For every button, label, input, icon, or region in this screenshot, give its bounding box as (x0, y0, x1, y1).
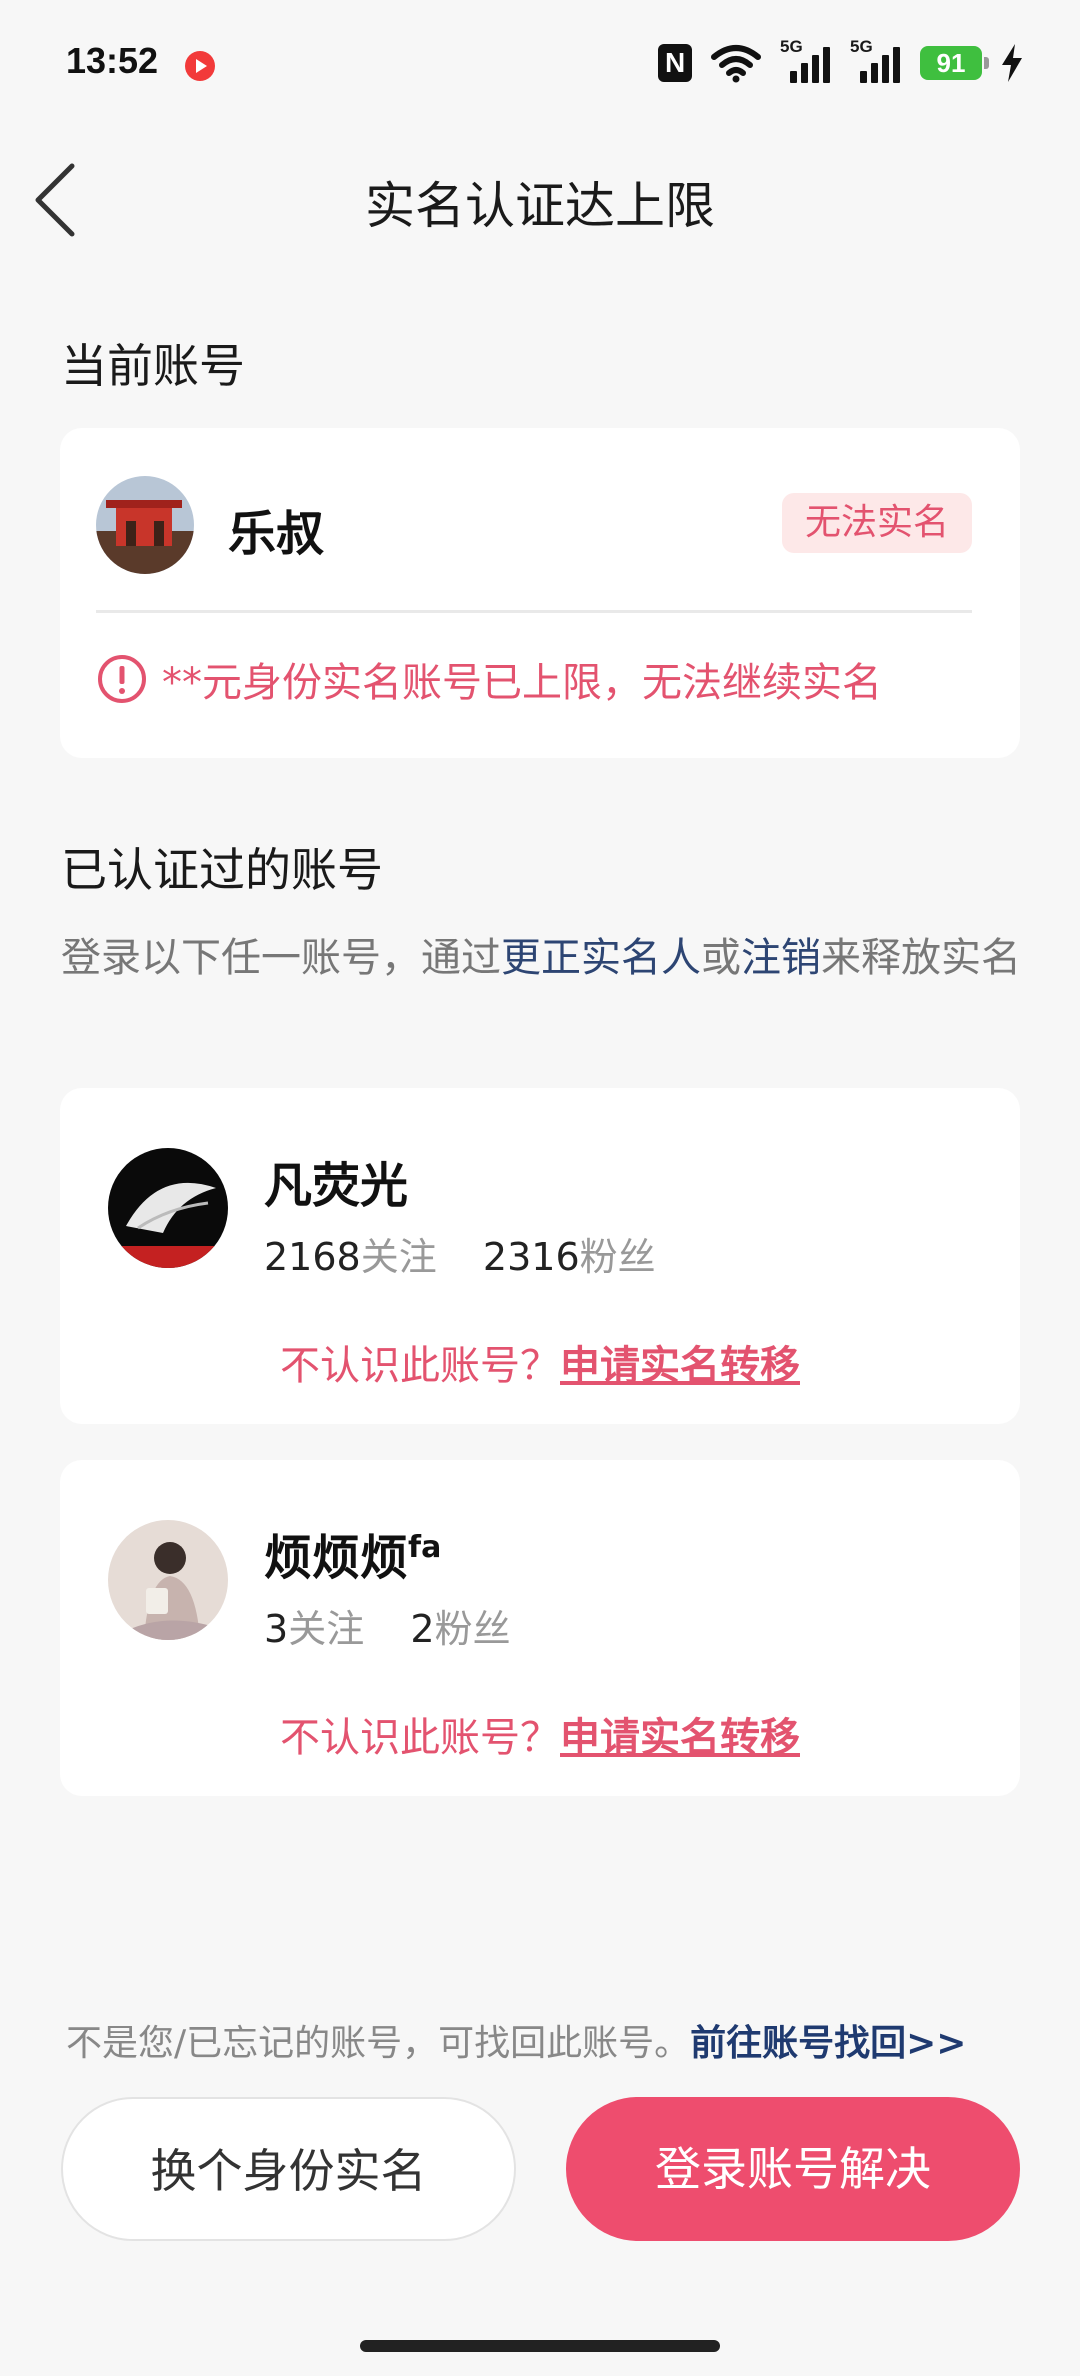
desc-prefix: 登录以下任一账号，通过 (61, 935, 501, 981)
recover-row: 不是您/已忘记的账号，可找回此账号。前往账号找回>> (66, 2014, 966, 2066)
account-name-main: 烦烦烦 (264, 1530, 409, 1586)
signal-5g-icon: 5G (850, 37, 902, 83)
record-icon (185, 51, 215, 81)
charging-bolt-icon (1002, 44, 1022, 82)
cancel-account-link[interactable]: 注销 (741, 935, 821, 981)
divider (96, 610, 972, 613)
recover-account-link[interactable]: 前往账号找回>> (690, 2023, 966, 2064)
nfc-icon (658, 44, 692, 82)
desc-mid: 或 (701, 935, 741, 981)
verified-accounts-description: 登录以下任一账号，通过更正实名人或注销来释放实名 (61, 928, 1021, 988)
fans-count: 2316 (482, 1235, 580, 1279)
follow-count: 2168 (264, 1235, 361, 1279)
warning-message: **元身份实名账号已上限，无法继续实名 (96, 650, 882, 708)
account-name: 烦烦烦fa (264, 1518, 441, 1588)
exclamation-circle-icon (98, 655, 146, 703)
fans-count: 2 (410, 1607, 435, 1651)
avatar (96, 476, 194, 574)
account-card: 凡荧光 2168关注 2316粉丝 不认识此账号？申请实名转移 (60, 1088, 1020, 1424)
home-indicator[interactable] (360, 2340, 720, 2352)
fans-label: 粉丝 (434, 1607, 511, 1651)
desc-suffix: 来释放实名 (821, 935, 1021, 981)
login-resolve-button[interactable]: 登录账号解决 (566, 2097, 1020, 2241)
account-name: 乐叔 (228, 506, 325, 562)
current-account-card: 乐叔 无法实名 **元身份实名账号已上限，无法继续实名 (60, 428, 1020, 758)
follow-label: 关注 (360, 1235, 437, 1279)
transfer-prefix: 不认识此账号？ (280, 1715, 560, 1761)
fans-label: 粉丝 (579, 1235, 656, 1279)
transfer-row: 不认识此账号？申请实名转移 (60, 1333, 1020, 1391)
account-name-sup: fa (408, 1530, 442, 1565)
account-name: 凡荧光 (264, 1158, 409, 1214)
account-stats: 2168关注 2316粉丝 (264, 1226, 656, 1281)
wifi-icon (711, 45, 761, 83)
correct-name-link[interactable]: 更正实名人 (501, 935, 701, 981)
account-card: 烦烦烦fa 3关注 2粉丝 不认识此账号？申请实名转移 (60, 1460, 1020, 1796)
page-title: 实名认证达上限 (365, 177, 715, 235)
verified-accounts-title: 已认证过的账号 (61, 843, 383, 897)
transfer-prefix: 不认识此账号？ (280, 1343, 560, 1389)
status-icons: 5G 5G 91 (658, 37, 1024, 86)
warning-text: **元身份实名账号已上限，无法继续实名 (162, 660, 882, 706)
recover-text: 不是您/已忘记的账号，可找回此账号。 (66, 2023, 691, 2064)
status-badge: 无法实名 (782, 493, 972, 553)
current-account-title: 当前账号 (61, 339, 245, 393)
avatar (108, 1520, 228, 1640)
follow-label: 关注 (288, 1607, 365, 1651)
status-bar: 13:52 5G 5G 91 (0, 0, 1080, 130)
status-time: 13:52 (66, 40, 159, 81)
account-stats: 3关注 2粉丝 (264, 1598, 511, 1653)
apply-transfer-link[interactable]: 申请实名转移 (560, 1715, 800, 1761)
follow-count: 3 (264, 1607, 289, 1651)
change-identity-button[interactable]: 换个身份实名 (61, 2097, 516, 2241)
nav-bar: 实名认证达上限 (0, 150, 1080, 250)
battery-icon: 91 (920, 46, 989, 80)
signal-5g-icon: 5G (780, 37, 832, 83)
avatar (108, 1148, 228, 1268)
transfer-row: 不认识此账号？申请实名转移 (60, 1705, 1020, 1763)
apply-transfer-link[interactable]: 申请实名转移 (560, 1343, 800, 1389)
